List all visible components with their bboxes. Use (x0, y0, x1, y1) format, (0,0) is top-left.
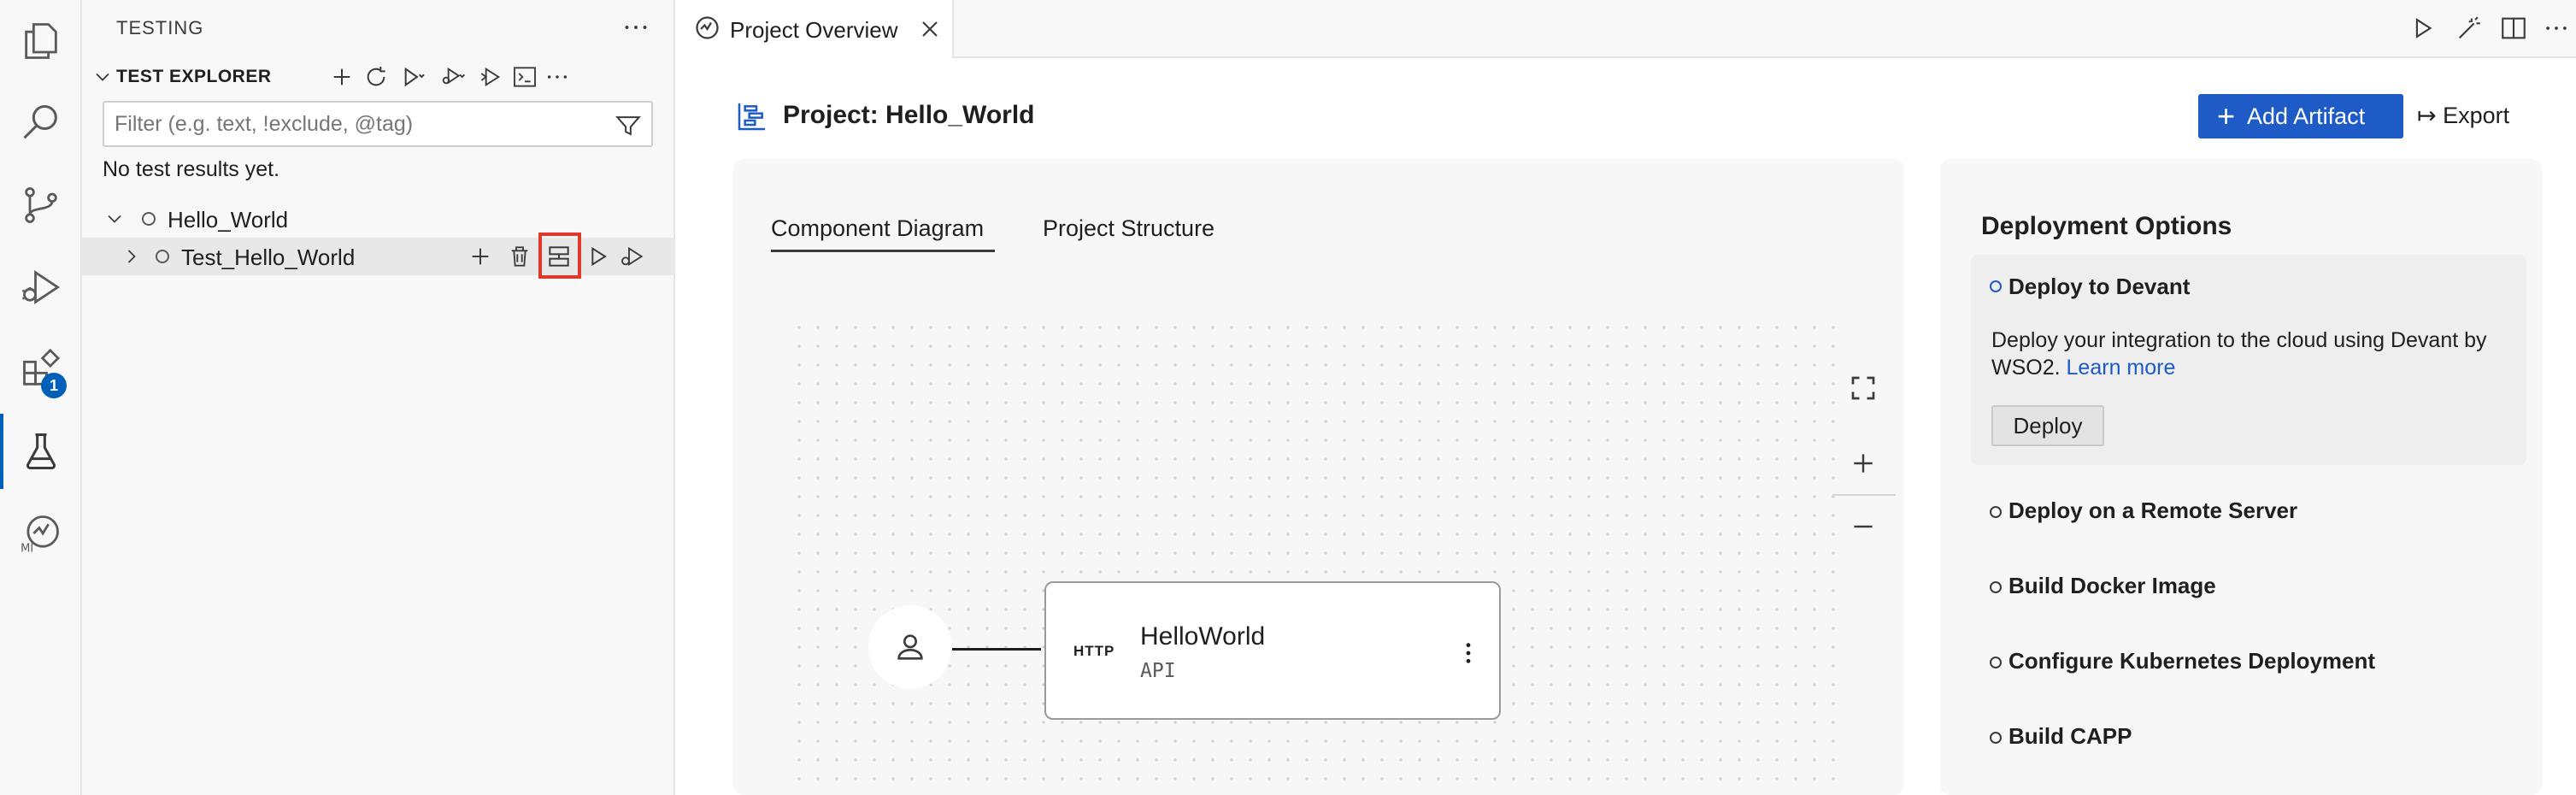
tab-project-overview[interactable]: Project Overview (675, 0, 954, 58)
test-status-icon (142, 212, 156, 226)
debug-all-icon[interactable] (438, 62, 468, 92)
fit-screen-icon[interactable] (1843, 368, 1884, 409)
zoom-in-icon[interactable] (1843, 443, 1884, 484)
run-icon[interactable] (2408, 14, 2438, 43)
tree-item-test-hello-world[interactable]: Test_Hello_World (82, 238, 675, 275)
delete-icon[interactable] (506, 243, 533, 270)
api-node[interactable]: HTTP HelloWorld API (1044, 581, 1501, 720)
diagram-canvas[interactable] (790, 318, 1841, 795)
extensions-icon[interactable]: 1 (0, 328, 82, 410)
svg-text:MI: MI (21, 543, 33, 556)
tab-bar: Project Overview (675, 0, 2576, 58)
highlight-box (538, 233, 581, 279)
explorer-icon[interactable] (0, 0, 82, 82)
test-explorer-title: TEST EXPLORER (116, 67, 272, 86)
micro-integrator-icon[interactable]: MI (0, 492, 82, 574)
tree-item-label: Hello_World (168, 207, 289, 233)
learn-more-link[interactable]: Learn more (2067, 356, 2176, 380)
zoom-out-icon[interactable] (1843, 506, 1884, 547)
deployment-title: Deployment Options (1981, 212, 2232, 240)
option-configure-kubernetes[interactable]: Configure Kubernetes Deployment (2008, 648, 2375, 674)
chevron-down-icon[interactable] (91, 65, 115, 89)
option-deploy-remote-server[interactable]: Deploy on a Remote Server (2008, 498, 2297, 524)
protocol-label: HTTP (1073, 643, 1115, 659)
deployment-panel: Deployment Options Deploy to Devant Depl… (1940, 159, 2542, 795)
tab-label: Project Overview (730, 17, 898, 43)
sidebar: TESTING TEST EXPLORER No test results ye… (82, 0, 675, 795)
option-build-docker-image[interactable]: Build Docker Image (2008, 573, 2216, 599)
option-build-capp[interactable]: Build CAPP (2008, 723, 2132, 750)
add-artifact-label: Add Artifact (2247, 103, 2366, 129)
api-name: HelloWorld (1140, 622, 1266, 651)
tree-item-label: Test_Hello_World (181, 244, 356, 270)
radio-icon[interactable] (1990, 657, 2002, 668)
test-explorer-header[interactable]: TEST EXPLORER (82, 58, 675, 96)
tab-component-diagram[interactable]: Component Diagram (771, 215, 984, 242)
radio-icon[interactable] (1990, 280, 2002, 292)
tab-project-structure[interactable]: Project Structure (1043, 215, 1214, 242)
radio-icon[interactable] (1990, 506, 2002, 518)
filter-input[interactable] (115, 109, 610, 138)
user-node[interactable] (868, 605, 952, 689)
api-type: API (1140, 660, 1176, 682)
test-status-icon (156, 250, 169, 263)
connection-line (952, 648, 1041, 651)
deploy-button[interactable]: Deploy (1991, 405, 2104, 446)
extensions-badge: 1 (41, 373, 67, 398)
split-editor-icon[interactable] (2499, 14, 2528, 43)
terminal-output-icon[interactable] (509, 62, 540, 92)
filter-icon[interactable] (614, 111, 643, 140)
sidebar-title: TESTING (116, 17, 204, 38)
radio-icon[interactable] (1990, 581, 2002, 593)
option-description: Deploy your integration to the cloud usi… (1991, 327, 2504, 381)
diagram-panel: Component Diagram Project Structure HTTP… (733, 159, 1904, 795)
filter-field[interactable] (103, 101, 653, 147)
run-debug-icon[interactable] (0, 246, 82, 328)
micro-integrator-icon (696, 16, 719, 39)
refresh-icon[interactable] (361, 62, 391, 92)
tree-item-hello-world[interactable]: Hello_World (82, 200, 675, 238)
magic-wand-icon[interactable] (2455, 14, 2484, 43)
export-icon: ↦ (2417, 103, 2444, 128)
zoom-divider (1832, 494, 1896, 496)
more-actions-icon[interactable] (542, 62, 573, 92)
run-test-icon[interactable] (585, 243, 612, 270)
more-actions-icon[interactable] (620, 12, 651, 43)
testing-icon[interactable] (0, 410, 82, 492)
page-title: Project: Hello_World (783, 101, 1035, 129)
source-control-icon[interactable] (0, 164, 82, 246)
chevron-right-icon[interactable] (120, 244, 144, 268)
chevron-down-icon[interactable] (103, 207, 126, 231)
search-icon[interactable] (0, 82, 82, 164)
run-all-icon[interactable] (398, 62, 429, 92)
radio-icon[interactable] (1990, 732, 2002, 744)
run-with-coverage-icon[interactable] (475, 62, 506, 92)
add-icon[interactable] (326, 62, 357, 92)
option-deploy-to-devant[interactable]: Deploy to Devant (2008, 274, 2190, 300)
close-icon[interactable] (916, 15, 944, 43)
plus-icon: + (2217, 98, 2236, 133)
add-artifact-button[interactable]: + Add Artifact (2198, 94, 2403, 138)
debug-test-icon[interactable] (619, 243, 646, 270)
project-icon (738, 103, 765, 131)
active-tab-indicator (771, 250, 995, 252)
more-actions-icon[interactable] (2542, 14, 2571, 43)
kebab-menu-icon[interactable] (1455, 639, 1482, 667)
export-button[interactable]: ↦ Export (2417, 103, 2509, 129)
export-label: Export (2443, 103, 2510, 128)
activity-bar: 1 MI (0, 0, 82, 795)
editor: Project Overview Project: Hello_World + … (675, 0, 2576, 795)
user-icon (897, 634, 923, 660)
add-test-icon[interactable] (467, 243, 494, 270)
no-results-text: No test results yet. (103, 157, 280, 181)
